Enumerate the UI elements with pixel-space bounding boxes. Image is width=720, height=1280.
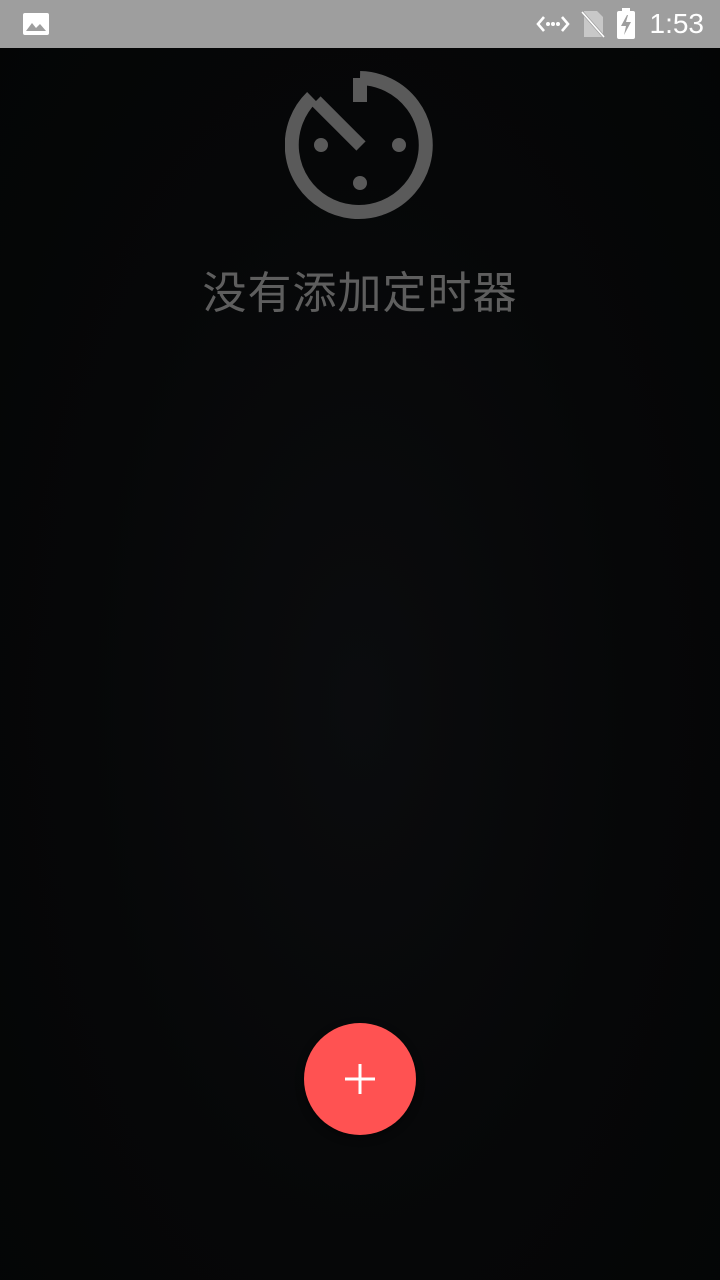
status-bar: 1:53 <box>0 0 720 48</box>
empty-state-message: 没有添加定时器 <box>202 268 518 319</box>
status-icons: 1:53 <box>535 0 705 48</box>
no-sim-icon <box>580 11 605 38</box>
status-time: 1:53 <box>649 8 705 39</box>
data-transfer-icon <box>535 16 570 32</box>
image-notification-icon <box>23 13 49 35</box>
plus-icon <box>345 1064 375 1094</box>
add-timer-button[interactable] <box>304 1023 416 1135</box>
timer-icon <box>285 71 433 219</box>
battery-charging-icon <box>616 8 635 39</box>
timer-screen: 1:53 没有添加定时器 <box>0 0 720 1280</box>
